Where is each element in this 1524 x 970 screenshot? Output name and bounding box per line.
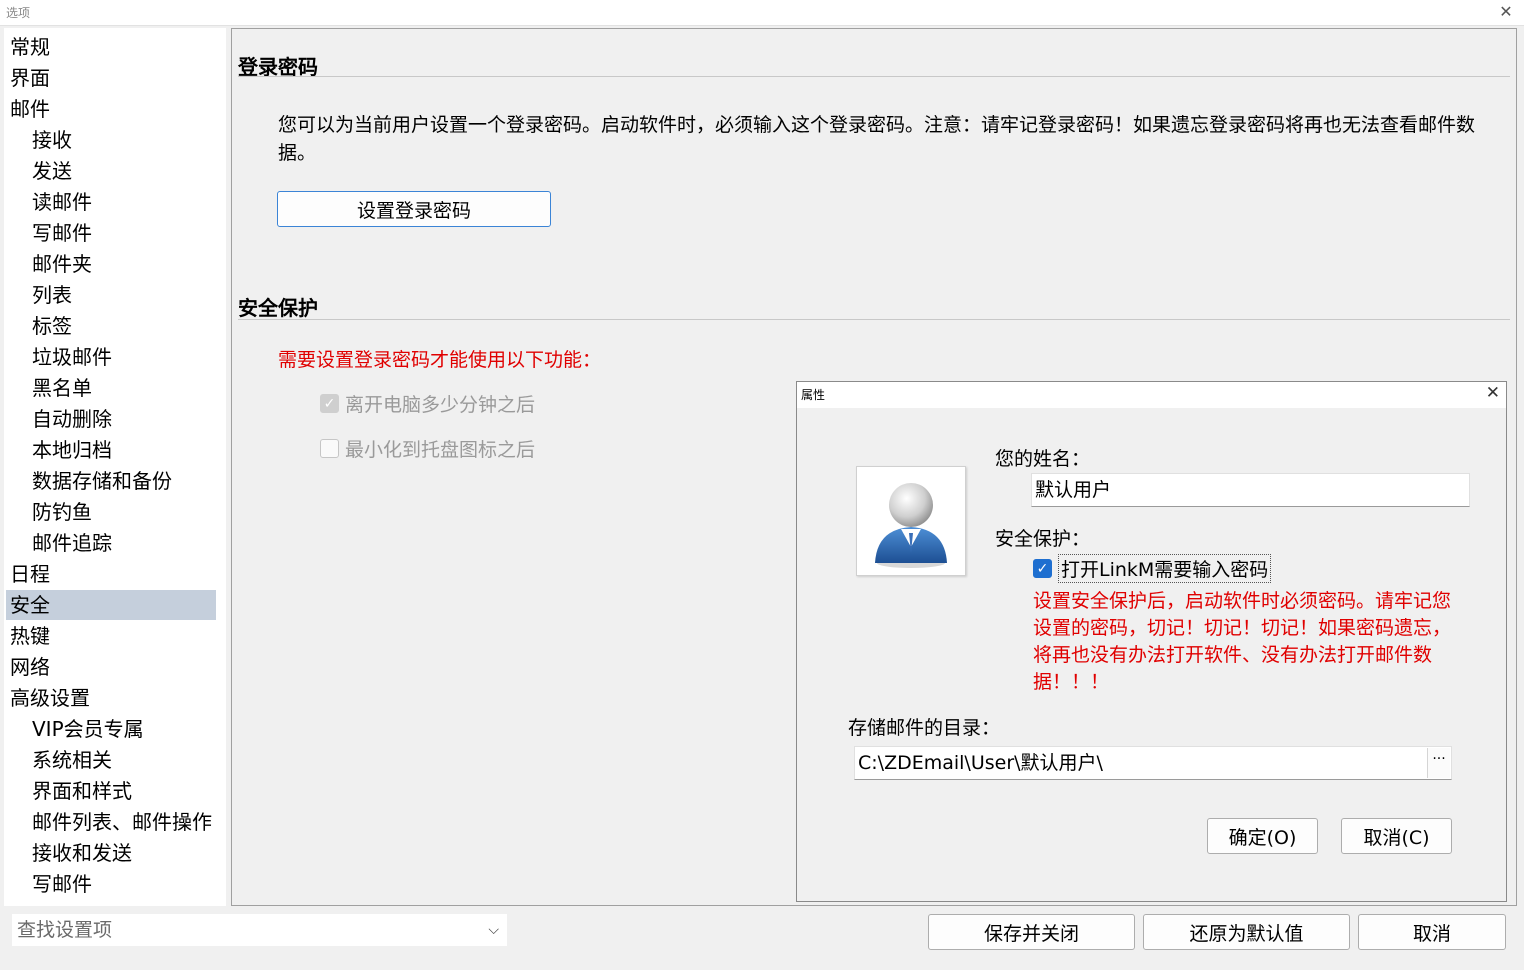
search-placeholder: 查找设置项 <box>17 919 113 941</box>
sidebar-item[interactable]: 垃圾邮件 <box>6 342 216 372</box>
set-login-password-button[interactable]: 设置登录密码 <box>277 191 551 227</box>
save-and-close-button[interactable]: 保存并关闭 <box>928 914 1135 950</box>
storage-dir-label: 存储邮件的目录： <box>848 717 1001 739</box>
sidebar-item[interactable]: VIP会员专属 <box>6 714 216 744</box>
checkbox[interactable]: ✓ <box>320 394 339 413</box>
sidebar-item[interactable]: 发送 <box>6 156 216 186</box>
security-label: 安全保护： <box>995 528 1091 550</box>
storage-dir-value: C:\ZDEmail\User\默认用户\ <box>858 752 1103 774</box>
sidebar-item[interactable]: 写邮件 <box>6 218 216 248</box>
checkbox[interactable]: ✓ <box>1033 559 1052 578</box>
settings-nav-tree: 常规 界面 邮件 接收 发送 读邮件 写邮件 邮件夹 列表 标签 垃圾邮件 黑名单 自动删除 本地归档 数据… <box>4 28 226 906</box>
checkbox[interactable] <box>320 439 339 458</box>
close-icon[interactable]: ✕ <box>1496 2 1516 21</box>
require-password-label: 打开LinkM需要输入密码 <box>1058 554 1272 583</box>
sidebar-item[interactable]: 接收和发送 <box>6 838 216 868</box>
dialog-title-bar: 属性 ✕ <box>797 382 1506 408</box>
sidebar-item[interactable]: 热键 <box>6 621 216 651</box>
sidebar-item[interactable]: 高级设置 <box>6 683 216 713</box>
chevron-down-icon[interactable]: ⌵ <box>488 914 499 946</box>
section-divider <box>238 319 1510 320</box>
sidebar-item[interactable]: 数据存储和备份 <box>6 466 216 496</box>
sidebar-item[interactable]: 黑名单 <box>6 373 216 403</box>
storage-dir-input[interactable]: C:\ZDEmail\User\默认用户\ ··· <box>854 746 1452 780</box>
sidebar-item[interactable]: 常规 <box>6 32 216 62</box>
sidebar-item[interactable]: 网络 <box>6 652 216 682</box>
sidebar-item[interactable]: 写邮件 <box>6 869 216 899</box>
sidebar-item[interactable]: 列表 <box>6 280 216 310</box>
bottom-bar: 查找设置项 ⌵ 保存并关闭 还原为默认值 取消 <box>0 906 1524 970</box>
option-minimize-tray[interactable]: 最小化到托盘图标之后 <box>320 435 535 462</box>
sidebar-item[interactable]: 接收 <box>6 125 216 155</box>
properties-dialog: 属性 ✕ 您的姓名： 默认用户 安全保护： ✓ 打开LinkM需要输入密码 设置… <box>796 381 1507 902</box>
restore-default-button[interactable]: 还原为默认值 <box>1143 914 1350 950</box>
sidebar-item[interactable]: 邮件列表、邮件操作 <box>6 807 216 837</box>
sidebar-item[interactable]: 日程 <box>6 559 216 589</box>
section-divider <box>238 76 1510 77</box>
cancel-button[interactable]: 取消(C) <box>1341 818 1452 854</box>
name-label: 您的姓名： <box>995 448 1091 470</box>
dialog-title: 属性 <box>801 388 826 402</box>
close-icon[interactable]: ✕ <box>1486 383 1500 403</box>
name-input[interactable]: 默认用户 <box>1031 473 1470 507</box>
window-title: 选项 <box>6 6 31 20</box>
sidebar-item[interactable]: 系统相关 <box>6 745 216 775</box>
cancel-button[interactable]: 取消 <box>1358 914 1506 950</box>
sidebar-item[interactable]: 自动删除 <box>6 404 216 434</box>
user-avatar-icon <box>856 466 966 576</box>
option-away-minutes[interactable]: ✓ 离开电脑多少分钟之后 <box>320 390 535 417</box>
sidebar-item[interactable]: 安全 <box>6 590 216 620</box>
settings-search-input[interactable]: 查找设置项 ⌵ <box>12 914 507 946</box>
sidebar-item[interactable]: 本地归档 <box>6 435 216 465</box>
sidebar-item[interactable]: 邮件夹 <box>6 249 216 279</box>
sidebar-item[interactable]: 邮件 <box>6 94 216 124</box>
sidebar-item[interactable]: 邮件追踪 <box>6 528 216 558</box>
security-heading: 安全保护 <box>238 296 318 320</box>
sidebar-item[interactable]: 防钓鱼 <box>6 497 216 527</box>
ok-button[interactable]: 确定(O) <box>1207 818 1318 854</box>
sidebar-item[interactable]: 读邮件 <box>6 187 216 217</box>
option-label: 离开电脑多少分钟之后 <box>345 394 536 416</box>
window-title-bar: 选项 ✕ <box>0 0 1524 26</box>
login-password-description: 您可以为当前用户设置一个登录密码。启动软件时，必须输入这个登录密码。注意：请牢记… <box>278 114 1476 164</box>
browse-button[interactable]: ··· <box>1427 748 1450 778</box>
security-warning: 设置安全保护后，启动软件时必须密码。请牢记您设置的密码，切记！切记！切记！如果密… <box>1033 590 1452 693</box>
require-password-option[interactable]: ✓ 打开LinkM需要输入密码 <box>1033 554 1272 583</box>
sidebar-item[interactable]: 界面和样式 <box>6 776 216 806</box>
sidebar-item[interactable]: 界面 <box>6 63 216 93</box>
security-notice: 需要设置登录密码才能使用以下功能： <box>278 349 602 371</box>
option-label: 最小化到托盘图标之后 <box>345 439 536 461</box>
sidebar-item[interactable]: 标签 <box>6 311 216 341</box>
